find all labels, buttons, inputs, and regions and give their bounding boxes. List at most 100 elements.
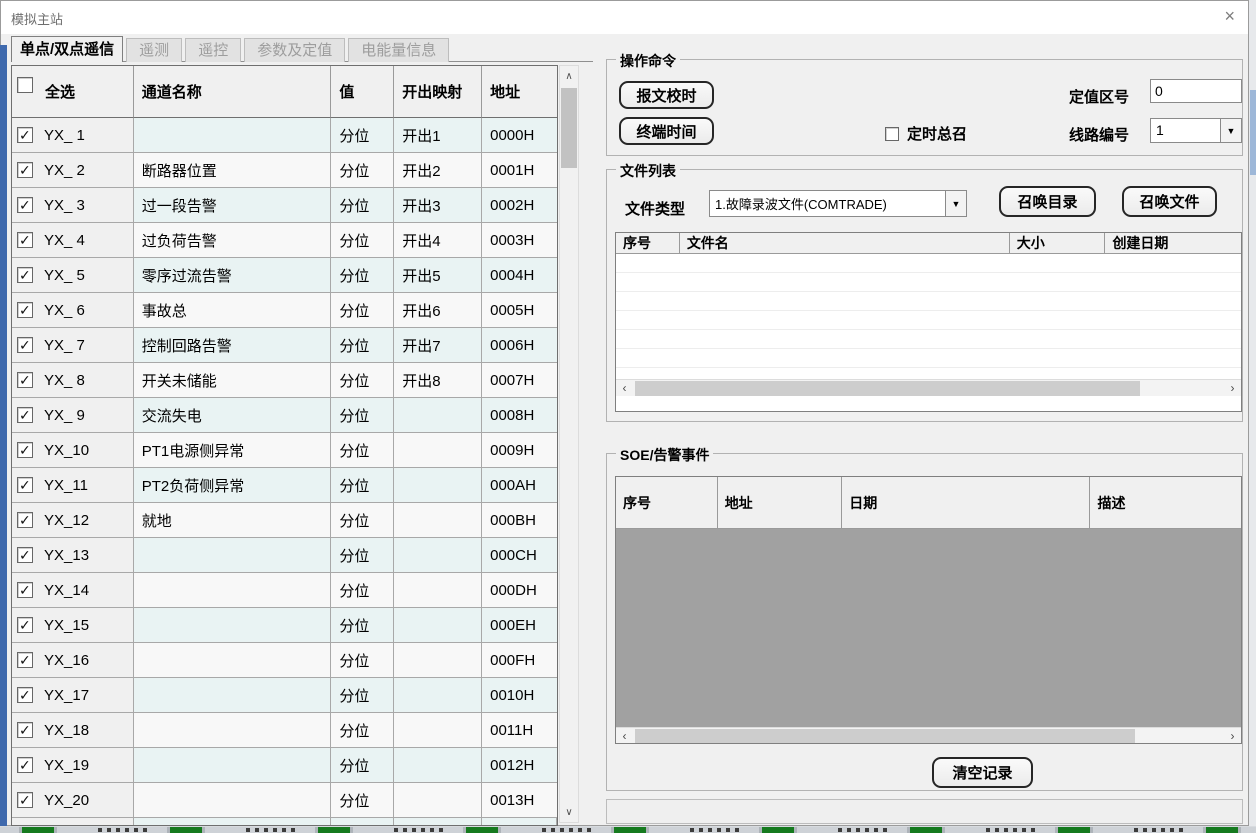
table-row: ✓YX_ 8开关未储能分位开出80007H bbox=[12, 363, 557, 398]
call-file-button[interactable]: 召唤文件 bbox=[1122, 186, 1217, 217]
yx-table-scrollbar[interactable]: ∧ ∨ bbox=[559, 65, 579, 823]
cell-address: 0009H bbox=[482, 433, 557, 468]
status-indicator-text-fragment bbox=[98, 828, 150, 832]
file-table-hscrollbar[interactable]: ‹ › bbox=[616, 379, 1241, 396]
table-row: ✓YX_11PT2负荷侧异常分位000AH bbox=[12, 468, 557, 503]
background-window-edge-right bbox=[1250, 90, 1256, 175]
cell-channel-name: 交流失电 bbox=[134, 398, 332, 433]
table-row: ✓YX_ 4过负荷告警分位开出40003H bbox=[12, 223, 557, 258]
cell-value: 分位 bbox=[331, 433, 394, 468]
scrollbar-thumb[interactable] bbox=[561, 88, 577, 168]
row-id: YX_10 bbox=[44, 442, 89, 459]
scroll-left-icon[interactable]: ‹ bbox=[616, 728, 633, 745]
timed-call-checkbox-box[interactable] bbox=[885, 127, 899, 141]
row-checkbox[interactable]: ✓ bbox=[17, 477, 33, 493]
file-type-select[interactable]: 1.故障录波文件(COMTRADE) ▼ bbox=[709, 190, 967, 217]
cell bbox=[331, 818, 394, 826]
status-indicator bbox=[463, 827, 501, 833]
scrollbar-thumb[interactable] bbox=[635, 729, 1135, 744]
row-checkbox[interactable]: ✓ bbox=[17, 232, 33, 248]
scroll-right-icon[interactable]: › bbox=[1224, 380, 1241, 397]
line-number-value: 1 bbox=[1151, 119, 1220, 142]
tab-2[interactable]: 遥控 bbox=[185, 38, 241, 62]
check-icon: ✓ bbox=[19, 547, 31, 563]
row-checkbox[interactable]: ✓ bbox=[17, 442, 33, 458]
file-col-header-0: 序号 bbox=[616, 233, 680, 254]
row-checkbox[interactable]: ✓ bbox=[17, 652, 33, 668]
cell-address: 0000H bbox=[482, 118, 557, 153]
soe-group-title: SOE/告警事件 bbox=[616, 445, 713, 465]
yx-table-body: ✓YX_ 1分位开出10000H✓YX_ 2断路器位置分位开出20001H✓YX… bbox=[12, 118, 557, 826]
setting-zone-input[interactable] bbox=[1150, 79, 1242, 103]
timed-general-call-checkbox[interactable]: 定时总召 bbox=[885, 123, 967, 144]
status-indicator bbox=[1055, 827, 1093, 833]
cell-output-map bbox=[394, 608, 482, 643]
table-row: ✓YX_15分位000EH bbox=[12, 608, 557, 643]
table-row: ✓YX_20分位0013H bbox=[12, 783, 557, 818]
status-indicator bbox=[759, 827, 797, 833]
col-header-channel-name: 通道名称 bbox=[134, 66, 332, 118]
soe-table-hscrollbar[interactable]: ‹ › bbox=[616, 727, 1241, 744]
cell-channel-name: 零序过流告警 bbox=[134, 258, 332, 293]
chevron-down-icon[interactable]: ▼ bbox=[1220, 119, 1241, 142]
clear-records-button[interactable]: 清空记录 bbox=[932, 757, 1033, 788]
row-checkbox[interactable]: ✓ bbox=[17, 757, 33, 773]
cell-channel-name: 过一段告警 bbox=[134, 188, 332, 223]
file-col-header-1: 文件名 bbox=[680, 233, 1010, 254]
tab-3[interactable]: 参数及定值 bbox=[244, 38, 345, 62]
status-indicator-text-fragment bbox=[986, 828, 1038, 832]
cell-address: 0008H bbox=[482, 398, 557, 433]
row-select-cell: ✓YX_18 bbox=[12, 713, 134, 748]
scroll-right-icon[interactable]: › bbox=[1224, 728, 1241, 745]
row-checkbox[interactable]: ✓ bbox=[17, 617, 33, 633]
row-select-cell: ✓YX_19 bbox=[12, 748, 134, 783]
row-checkbox[interactable]: ✓ bbox=[17, 722, 33, 738]
select-all-checkbox[interactable] bbox=[17, 77, 33, 93]
chevron-down-icon[interactable]: ▼ bbox=[945, 191, 966, 216]
row-checkbox[interactable]: ✓ bbox=[17, 372, 33, 388]
row-checkbox[interactable]: ✓ bbox=[17, 407, 33, 423]
close-icon[interactable]: × bbox=[1224, 7, 1235, 25]
scroll-down-icon[interactable]: ∨ bbox=[560, 802, 578, 822]
col-header-output-map: 开出映射 bbox=[394, 66, 482, 118]
time-sync-button[interactable]: 报文校时 bbox=[619, 81, 714, 109]
cell-channel-name: 就地 bbox=[134, 503, 332, 538]
scrollbar-thumb[interactable] bbox=[635, 381, 1140, 396]
row-checkbox[interactable]: ✓ bbox=[17, 512, 33, 528]
cell-address: 000DH bbox=[482, 573, 557, 608]
tab-1[interactable]: 遥测 bbox=[126, 38, 182, 62]
file-type-label: 文件类型 bbox=[625, 198, 685, 219]
row-checkbox[interactable]: ✓ bbox=[17, 547, 33, 563]
row-checkbox[interactable]: ✓ bbox=[17, 267, 33, 283]
title-bar: 模拟主站 × bbox=[1, 1, 1248, 34]
table-row: ✓YX_ 5零序过流告警分位开出50004H bbox=[12, 258, 557, 293]
main-window: 模拟主站 × 单点/双点遥信遥测遥控参数及定值电能量信息 全选 通道名称 值 开… bbox=[0, 0, 1249, 826]
check-icon: ✓ bbox=[19, 792, 31, 808]
check-icon: ✓ bbox=[19, 127, 31, 143]
cell-output-map: 开出3 bbox=[394, 188, 482, 223]
row-select-cell: ✓YX_12 bbox=[12, 503, 134, 538]
cell-value: 分位 bbox=[331, 293, 394, 328]
row-checkbox[interactable]: ✓ bbox=[17, 582, 33, 598]
row-checkbox[interactable]: ✓ bbox=[17, 687, 33, 703]
row-checkbox[interactable]: ✓ bbox=[17, 302, 33, 318]
scroll-up-icon[interactable]: ∧ bbox=[560, 66, 578, 86]
row-checkbox[interactable]: ✓ bbox=[17, 792, 33, 808]
cell-output-map bbox=[394, 573, 482, 608]
line-number-select[interactable]: 1 ▼ bbox=[1150, 118, 1242, 143]
row-id: YX_ 9 bbox=[44, 407, 85, 424]
cell-channel-name bbox=[134, 538, 332, 573]
row-checkbox[interactable]: ✓ bbox=[17, 337, 33, 353]
call-directory-button[interactable]: 召唤目录 bbox=[999, 186, 1096, 217]
row-checkbox[interactable]: ✓ bbox=[17, 162, 33, 178]
scroll-left-icon[interactable]: ‹ bbox=[616, 380, 633, 397]
row-id: YX_11 bbox=[44, 477, 88, 494]
tab-yx-signals[interactable]: 单点/双点遥信 bbox=[11, 36, 123, 62]
table-row: ✓YX_13分位000CH bbox=[12, 538, 557, 573]
status-indicator-text-fragment bbox=[690, 828, 742, 832]
row-checkbox[interactable]: ✓ bbox=[17, 197, 33, 213]
terminal-time-button[interactable]: 终端时间 bbox=[619, 117, 714, 145]
row-checkbox[interactable]: ✓ bbox=[17, 127, 33, 143]
tab-4[interactable]: 电能量信息 bbox=[348, 38, 449, 62]
cell-value: 分位 bbox=[331, 748, 394, 783]
